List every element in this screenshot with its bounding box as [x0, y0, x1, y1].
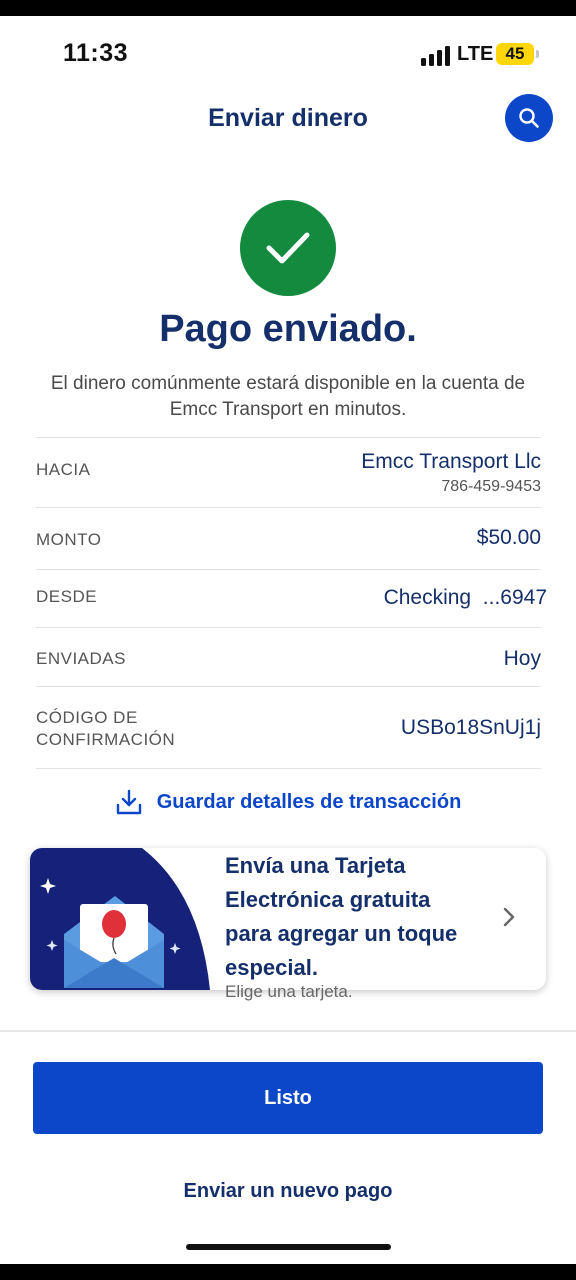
screen: 11:33 LTE 45 Enviar dinero Pago enviado.…: [0, 16, 576, 1264]
detail-label: ENVIADAS: [36, 649, 126, 668]
home-indicator[interactable]: [186, 1244, 391, 1250]
search-button[interactable]: [505, 94, 553, 142]
choose-card-link[interactable]: Elige una tarjeta.: [225, 982, 353, 1002]
detail-label: HACIA: [36, 460, 91, 479]
save-details-link[interactable]: Guardar detalles de transacción: [0, 788, 576, 816]
amount-value: $50.00: [476, 526, 541, 549]
detail-row-sent: ENVIADAS Hoy: [36, 627, 541, 686]
envelope-balloon-illustration: [30, 848, 210, 990]
status-time: 11:33: [63, 39, 129, 67]
chevron-right-icon: [503, 907, 515, 927]
detail-label: MONTO: [36, 530, 102, 549]
battery-level: 45: [505, 44, 525, 63]
section-divider: [0, 1030, 576, 1032]
recipient-name: Emcc Transport Llc: [361, 450, 541, 473]
status-bar: 11:33 LTE 45: [0, 16, 576, 92]
detail-row-from: DESDE Checking ...6947: [36, 569, 547, 627]
page-title: Enviar dinero: [208, 104, 368, 132]
detail-label: CÓDIGO DE CONFIRMACIÓN: [36, 708, 176, 749]
detail-row-confirmation: CÓDIGO DE CONFIRMACIÓN USBo18SnUj1j: [36, 686, 541, 769]
save-details-label: Guardar detalles de transacción: [156, 790, 462, 813]
success-subtitle: El dinero comúnmente estará disponible e…: [50, 373, 526, 420]
success-check: [240, 200, 336, 296]
from-account: Checking ...6947: [383, 586, 547, 609]
network-label: LTE: [457, 43, 494, 65]
confirmation-code: USBo18SnUj1j: [400, 716, 541, 739]
signal-icon: [421, 46, 451, 66]
recipient-phone: 786-459-9453: [441, 478, 541, 495]
search-icon: [519, 108, 539, 128]
battery-icon: 45: [496, 43, 534, 65]
ecard-promo-card[interactable]: Envía una Tarjeta Electrónica gratuita p…: [30, 848, 546, 990]
detail-label: DESDE: [36, 587, 98, 606]
detail-row-amount: MONTO $50.00: [36, 507, 541, 569]
detail-row-to: HACIA Emcc Transport Llc 786-459-9453: [36, 437, 541, 507]
new-payment-link[interactable]: Enviar un nuevo pago: [0, 1180, 576, 1203]
download-icon: [116, 789, 141, 815]
check-icon: [266, 232, 310, 264]
done-button[interactable]: Listo: [33, 1062, 543, 1134]
battery-tip: [536, 50, 539, 58]
success-title: Pago enviado.: [159, 308, 417, 350]
promo-text: Envía una Tarjeta Electrónica gratuita p…: [225, 853, 458, 980]
sent-date: Hoy: [503, 647, 541, 670]
